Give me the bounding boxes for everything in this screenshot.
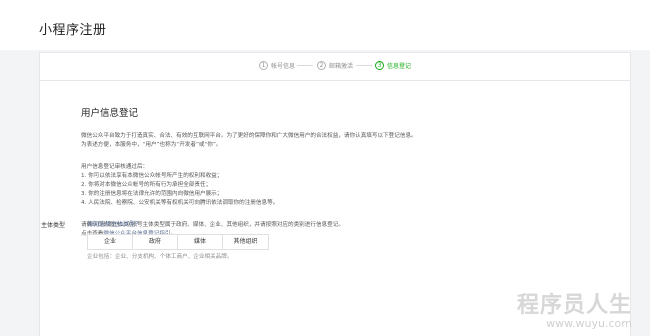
registration-content: 用户信息登记 微信公众平台致力于打造真实、合法、有效的互联网平台。为了更好的保障…: [81, 105, 601, 239]
step-connector: [356, 65, 372, 66]
watermark: 程序员人生 www.wuyu.com: [517, 287, 632, 330]
entity-type-field: 主体类型 如何选择主体类型？ 企业 政府 媒体 其他组织 企业包括：企业、分支机…: [41, 219, 269, 260]
entity-type-help-link[interactable]: 如何选择主体类型？: [87, 219, 141, 228]
step-number: 2: [317, 61, 326, 70]
intro-text: 为表述方便，本服务中，“用户”也称为“开发者”或“你”。: [81, 142, 222, 148]
entity-type-note: 企业包括：企业、分支机构、个体工商户、企业相关品牌。: [87, 254, 233, 260]
rules-heading: 用户信息登记审核通过后：: [81, 164, 149, 170]
intro-text: 微信公众平台致力于打造真实、合法、有效的互联网平台。为了更好的保障你和广大微信用…: [81, 133, 417, 139]
step-email-activation: 2 邮箱激活: [317, 61, 353, 70]
entity-option-government[interactable]: 政府: [133, 235, 178, 249]
step-number: 1: [259, 61, 268, 70]
step-label: 信息登记: [387, 63, 412, 70]
step-account-info: 1 帐号信息: [259, 61, 295, 70]
page-title: 小程序注册: [39, 23, 107, 38]
entity-option-other[interactable]: 其他组织: [223, 235, 268, 249]
step-info-registration: 3 信息登记: [375, 61, 411, 70]
step-label: 邮箱激活: [329, 63, 354, 70]
rule-item: 4. 人民法院、检察院、公安机关等有权机关可向腾讯依法调取你的注册信息等。: [81, 200, 279, 206]
step-label: 帐号信息: [271, 63, 296, 70]
rule-item: 1. 你可以依法享有本微信公众帐号所产生的权利和收益；: [81, 173, 223, 179]
entity-option-media[interactable]: 媒体: [178, 235, 223, 249]
step-connector: [297, 65, 313, 66]
confirm-text: 请确认你的微信公众帐号主体类型属于政府、媒体、企业、其他组织，并请按照对应的类别…: [81, 222, 344, 228]
step-indicator: 1 帐号信息 2 邮箱激活 3 信息登记: [40, 53, 630, 81]
rule-item: 3. 你的注册信息将在法律允许的范围内向微信用户展示；: [81, 191, 223, 197]
entity-type-body: 如何选择主体类型？ 企业 政府 媒体 其他组织 企业包括：企业、分支机构、个体工…: [87, 219, 269, 260]
step-number: 3: [375, 61, 384, 70]
entity-type-selector: 企业 政府 媒体 其他组织: [87, 234, 269, 250]
section-title: 用户信息登记: [81, 108, 139, 119]
page-header: 小程序注册: [0, 0, 650, 50]
watermark-title: 程序员人生: [516, 293, 632, 318]
entity-option-enterprise[interactable]: 企业: [88, 235, 133, 249]
rule-item: 2. 你将对本微信公众帐号的所有行为承担全部责任；: [81, 182, 212, 188]
entity-type-label: 主体类型: [41, 222, 66, 229]
